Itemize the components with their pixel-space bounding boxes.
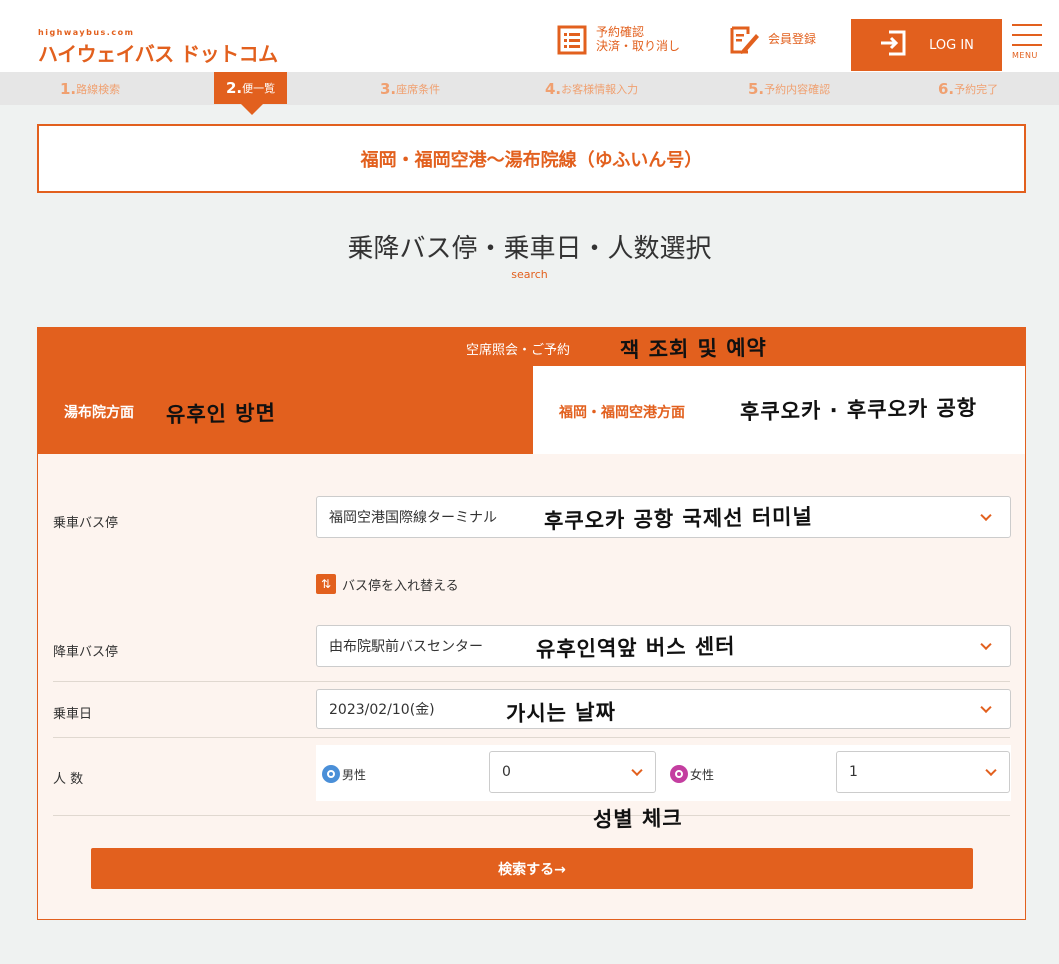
- female-label-group: 女性: [670, 765, 714, 783]
- step-label: 便一覧: [242, 82, 276, 95]
- step-route-search: 1. 路線検索: [60, 72, 120, 105]
- date-label: 乗車日: [53, 707, 93, 722]
- male-count-select[interactable]: 0: [489, 751, 656, 793]
- tab-yufuin-direction[interactable]: 湯布院方面: [38, 366, 533, 454]
- list-icon: [556, 24, 588, 56]
- card-header-label: 空席照会・ご予約: [466, 343, 571, 358]
- swap-stops-label: バス停を入れ替える: [342, 578, 459, 594]
- member-register-label: 会員登録: [768, 32, 817, 47]
- step-label: 座席条件: [396, 82, 441, 96]
- boarding-stop-value: 福岡空港国際線ターミナル: [329, 510, 497, 526]
- divider: [53, 681, 1010, 682]
- people-selector: 男性 0 女性 1: [316, 745, 1011, 801]
- chevron-down-icon: [980, 509, 992, 522]
- date-value: 2023/02/10(金): [329, 702, 435, 718]
- alighting-stop-value: 由布院駅前バスセンター: [329, 639, 483, 655]
- reservation-check-label: 予約確認 決済・取り消し: [596, 25, 681, 54]
- tab-fukuoka-label: 福岡・福岡空港方面: [559, 405, 685, 421]
- chevron-down-icon: [631, 764, 643, 777]
- reservation-check-line2: 決済・取り消し: [596, 39, 681, 53]
- progress-steps: 1. 路線検索 2. 便一覧 3. 座席条件 4. お客様情報入力 5. 予約内…: [0, 72, 1059, 105]
- male-count-value: 0: [502, 764, 511, 780]
- step-number: 5.: [748, 79, 765, 98]
- menu-label: MENU: [1012, 51, 1038, 60]
- menu-bar: [1012, 44, 1042, 46]
- annotation-people: 성별 체크: [592, 806, 683, 832]
- step-complete: 6. 予約完了: [938, 72, 998, 105]
- female-label: 女性: [690, 767, 715, 782]
- divider: [53, 737, 1010, 738]
- step-number: 6.: [938, 79, 955, 98]
- divider: [53, 815, 1010, 816]
- annotation-card-header: 잭 조회 및 예약: [619, 335, 768, 363]
- swap-arrows-icon: ⇅: [316, 574, 336, 594]
- tab-yufuin-label: 湯布院方面: [64, 405, 134, 421]
- active-step-pointer: [241, 104, 263, 115]
- member-register-link[interactable]: 会員登録: [728, 20, 838, 60]
- card-header: 空席照会・ご予約: [38, 328, 1025, 366]
- female-count-value: 1: [849, 764, 858, 780]
- login-label: LOG IN: [929, 37, 974, 53]
- step-number: 3.: [380, 79, 397, 98]
- step-number: 1.: [60, 79, 77, 98]
- chevron-down-icon: [980, 638, 992, 651]
- female-count-select[interactable]: 1: [836, 751, 1010, 793]
- step-label: 予約内容確認: [764, 82, 831, 96]
- annotation-boarding: 후쿠오카 공항 국제선 터미널: [543, 504, 813, 534]
- chevron-down-icon: [980, 701, 992, 714]
- step-label: 予約完了: [954, 82, 999, 96]
- login-button[interactable]: LOG IN: [851, 19, 1002, 71]
- swap-stops-button[interactable]: ⇅ バス停を入れ替える: [316, 574, 459, 594]
- search-button[interactable]: 検索する→: [91, 848, 973, 889]
- logo-title: ハイウェイバス ドットコム: [38, 42, 278, 66]
- route-title: 福岡・福岡空港〜湯布院線（ゆふいん号）: [37, 124, 1026, 193]
- alighting-stop-label: 降車バス停: [53, 645, 119, 660]
- step-label: お客様情報入力: [561, 82, 639, 96]
- step-number: 2.: [226, 79, 243, 97]
- chevron-down-icon: [985, 764, 997, 777]
- step-number: 4.: [545, 79, 562, 98]
- annotation-tab-left: 유후인 방면: [165, 401, 277, 427]
- site-header: highwaybus.com ハイウェイバス ドットコム 予約確認 決済・取り消…: [0, 0, 1059, 72]
- annotation-tab-right: 후쿠오카 · 후쿠오카 공항: [739, 395, 978, 425]
- step-customer-info: 4. お客様情報入力: [545, 72, 638, 105]
- reservation-check-line1: 予約確認: [596, 25, 645, 40]
- female-icon: [670, 765, 688, 783]
- menu-button[interactable]: MENU: [1012, 24, 1046, 68]
- section-subtitle: search: [511, 268, 548, 281]
- step-confirm: 5. 予約内容確認: [748, 72, 830, 105]
- step-label: 路線検索: [76, 82, 121, 96]
- male-label: 男性: [342, 767, 367, 782]
- step-seat-conditions: 3. 座席条件: [380, 72, 440, 105]
- step-bus-list: 2. 便一覧: [214, 72, 288, 104]
- edit-document-icon: [728, 24, 760, 56]
- logo-domain: highwaybus.com: [38, 28, 135, 37]
- male-icon: [322, 765, 340, 783]
- date-select[interactable]: 2023/02/10(金): [316, 689, 1011, 729]
- reservation-check-link[interactable]: 予約確認 決済・取り消し: [556, 20, 716, 60]
- annotation-alighting: 유후인역앞 버스 센터: [535, 634, 736, 662]
- menu-bar: [1012, 34, 1042, 36]
- boarding-stop-label: 乗車バス停: [53, 516, 119, 531]
- section-title: 乗降バス停・乗車日・人数選択: [347, 234, 712, 264]
- annotation-date: 가시는 날짜: [505, 700, 617, 726]
- site-logo[interactable]: highwaybus.com ハイウェイバス ドットコム: [38, 28, 278, 67]
- male-label-group: 男性: [322, 765, 366, 783]
- login-icon: [879, 29, 907, 61]
- people-label: 人 数: [53, 772, 84, 787]
- menu-bar: [1012, 24, 1042, 26]
